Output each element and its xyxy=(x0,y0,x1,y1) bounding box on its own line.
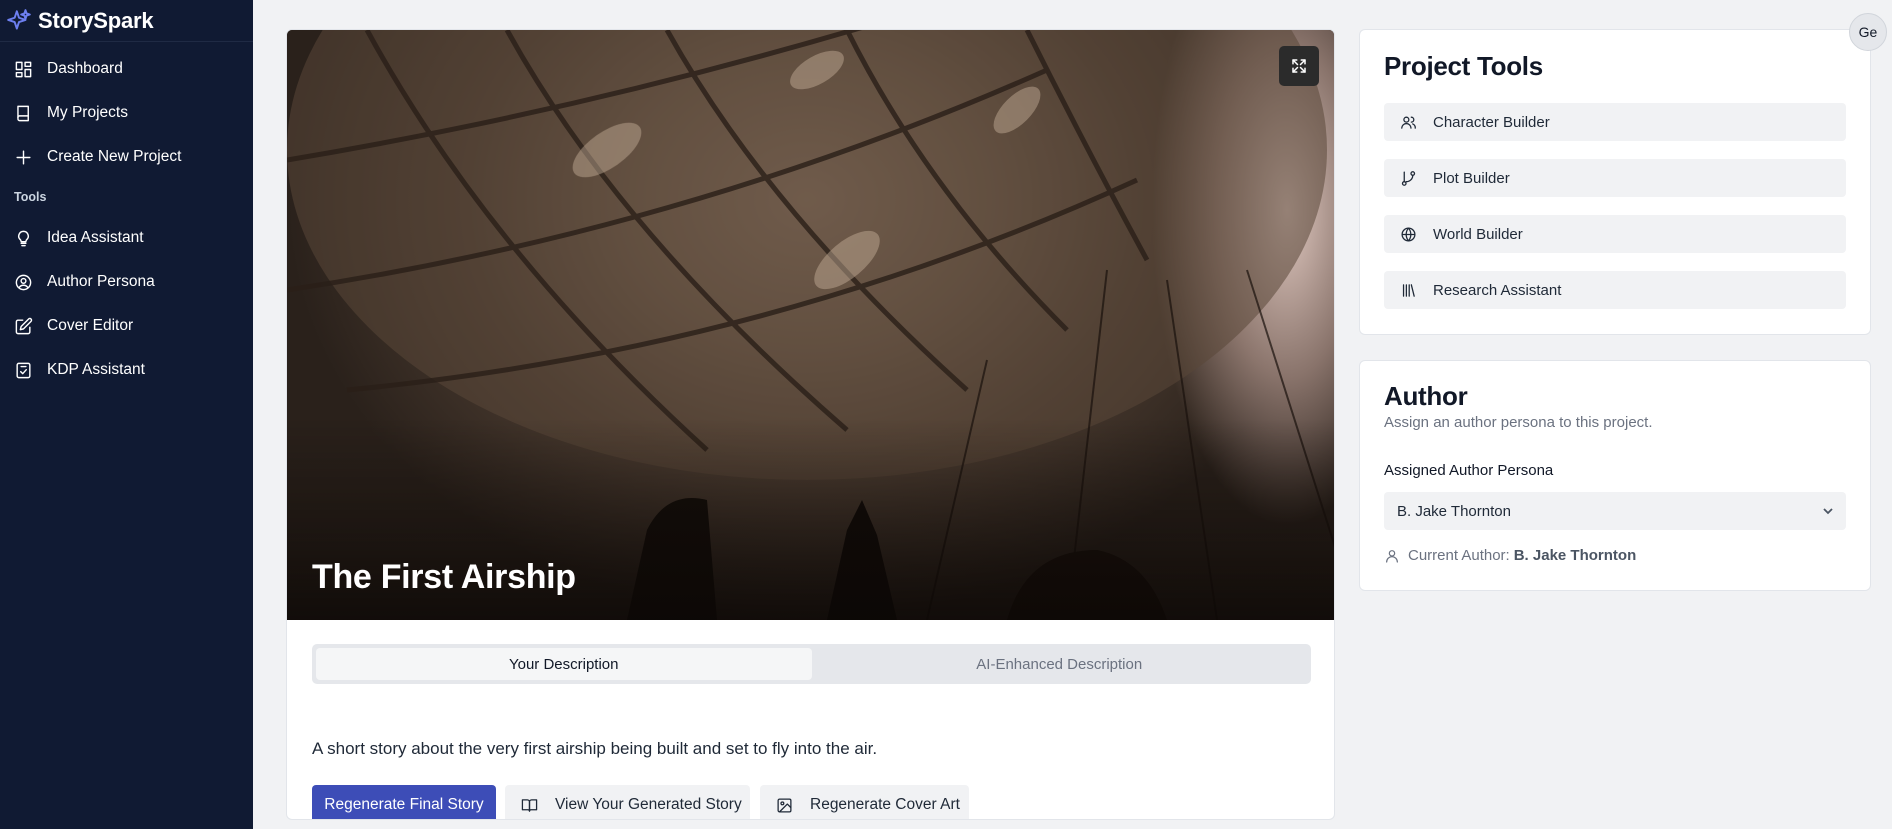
tab-ai-enhanced-description[interactable]: AI-Enhanced Description xyxy=(812,648,1308,680)
button-label: View Your Generated Story xyxy=(555,796,742,813)
current-author: Current Author: B. Jake Thornton xyxy=(1384,547,1636,564)
git-branch-icon xyxy=(1401,170,1416,186)
chevron-down-icon xyxy=(1823,508,1833,515)
sidebar: StorySpark Dashboard My Projects Create … xyxy=(0,0,253,829)
image-icon xyxy=(777,797,792,813)
description-tabs: Your Description AI-Enhanced Description xyxy=(312,644,1311,684)
project-tools-title: Project Tools xyxy=(1384,51,1543,81)
sidebar-item-author-persona[interactable]: Author Persona xyxy=(0,264,253,300)
author-panel: Author Assign an author persona to this … xyxy=(1359,360,1871,591)
sidebar-section-tools: Tools xyxy=(14,190,47,204)
expand-icon xyxy=(1292,59,1306,73)
current-author-name: B. Jake Thornton xyxy=(1513,547,1637,564)
expand-button[interactable] xyxy=(1279,46,1319,86)
regenerate-final-story-button[interactable]: Regenerate Final Story xyxy=(312,785,496,819)
app-name: StorySpark xyxy=(38,7,154,33)
sidebar-item-label: My Projects xyxy=(47,104,128,121)
sparkles-icon xyxy=(7,8,31,30)
project-title: The First Airship xyxy=(312,558,576,596)
world-builder-button[interactable]: World Builder xyxy=(1384,215,1846,253)
users-icon xyxy=(1401,116,1416,129)
book-icon xyxy=(17,105,29,121)
assigned-author-label: Assigned Author Persona xyxy=(1384,462,1554,479)
plus-icon xyxy=(16,149,31,165)
sidebar-item-dashboard[interactable]: Dashboard xyxy=(0,51,253,87)
research-assistant-button[interactable]: Research Assistant xyxy=(1384,271,1846,309)
view-generated-story-button[interactable]: View Your Generated Story xyxy=(505,785,750,819)
globe-icon xyxy=(1401,226,1416,242)
tool-label: Plot Builder xyxy=(1433,169,1510,187)
sidebar-item-label: Cover Editor xyxy=(47,317,134,334)
sidebar-item-label: Author Persona xyxy=(47,273,155,290)
sidebar-item-label: Idea Assistant xyxy=(47,229,144,246)
sidebar-item-label: Create New Project xyxy=(47,148,182,165)
select-value: B. Jake Thornton xyxy=(1397,502,1511,520)
open-book-icon xyxy=(521,798,538,812)
project-card: The First Airship Your Description AI-En… xyxy=(286,29,1335,820)
sidebar-item-label: Dashboard xyxy=(47,60,123,77)
sidebar-item-idea-assistant[interactable]: Idea Assistant xyxy=(0,220,253,256)
project-tools-panel: Project Tools Character Builder Plot Bui… xyxy=(1359,29,1871,335)
cover-image: The First Airship xyxy=(287,30,1334,620)
plot-builder-button[interactable]: Plot Builder xyxy=(1384,159,1846,197)
tool-label: Research Assistant xyxy=(1433,281,1562,299)
author-title: Author xyxy=(1384,381,1468,411)
clipboard-check-icon xyxy=(16,362,31,378)
avatar[interactable]: Ge xyxy=(1849,13,1887,51)
current-author-prefix: Current Author: xyxy=(1408,547,1510,564)
user-circle-icon xyxy=(15,274,32,290)
button-label: Regenerate Cover Art xyxy=(810,796,960,813)
user-icon xyxy=(1386,549,1398,563)
sidebar-item-label: KDP Assistant xyxy=(47,361,145,378)
tool-label: World Builder xyxy=(1433,225,1523,243)
regenerate-cover-art-button[interactable]: Regenerate Cover Art xyxy=(760,785,969,819)
sidebar-item-create-new-project[interactable]: Create New Project xyxy=(0,139,253,175)
author-subtitle: Assign an author persona to this project… xyxy=(1384,414,1653,431)
sidebar-item-kdp-assistant[interactable]: KDP Assistant xyxy=(0,352,253,388)
character-builder-button[interactable]: Character Builder xyxy=(1384,103,1846,141)
author-persona-select[interactable]: B. Jake Thornton xyxy=(1384,492,1846,530)
brand[interactable]: StorySpark xyxy=(0,0,253,42)
sidebar-item-cover-editor[interactable]: Cover Editor xyxy=(0,308,253,344)
sidebar-item-my-projects[interactable]: My Projects xyxy=(0,95,253,131)
lightbulb-icon xyxy=(18,230,29,246)
tool-label: Character Builder xyxy=(1433,113,1550,131)
edit-icon xyxy=(15,317,33,334)
project-description: A short story about the very first airsh… xyxy=(312,739,878,758)
grid-icon xyxy=(15,61,32,77)
library-icon xyxy=(1402,283,1415,297)
tab-your-description[interactable]: Your Description xyxy=(316,648,812,680)
